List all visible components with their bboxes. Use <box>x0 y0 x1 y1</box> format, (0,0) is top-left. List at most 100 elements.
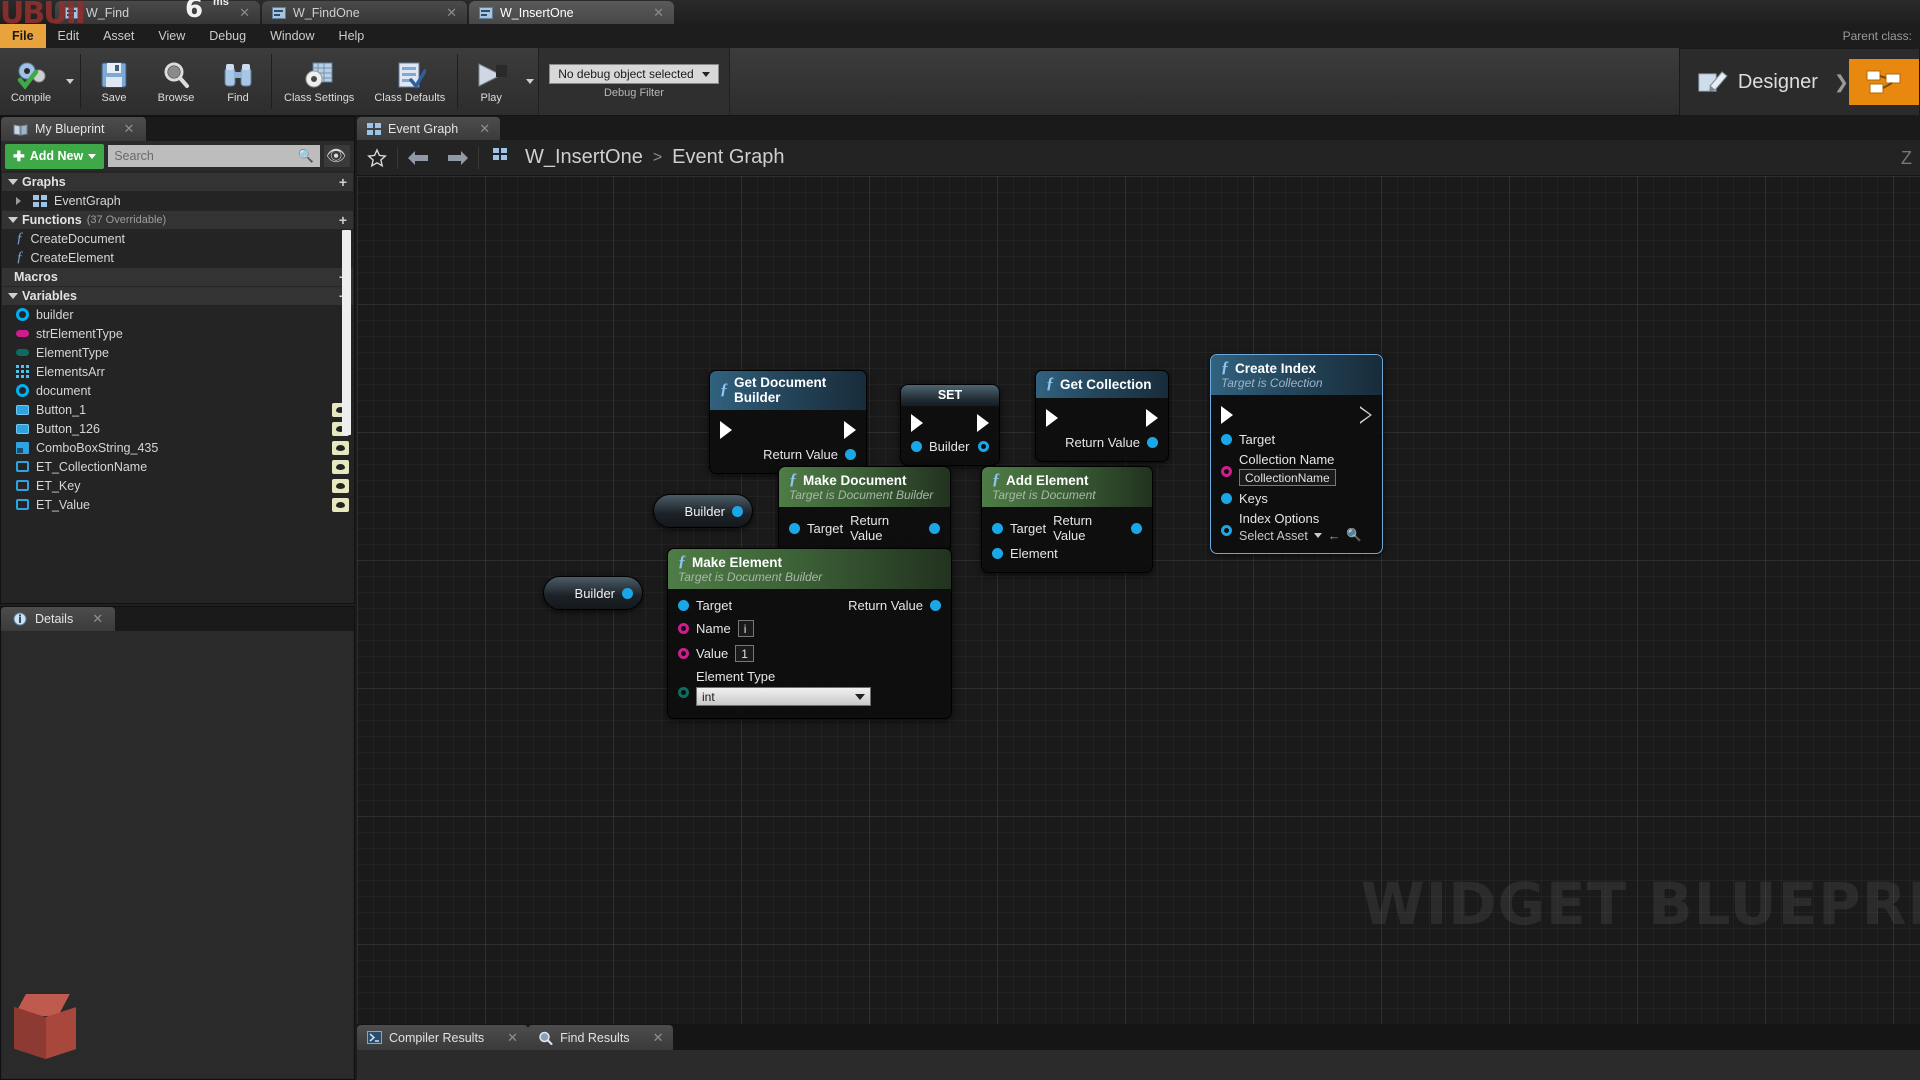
collection-name-input[interactable]: CollectionName <box>1239 469 1336 486</box>
exec-out-pin[interactable] <box>1360 406 1372 424</box>
window-tab-w-insertone[interactable]: W_InsertOne ✕ <box>469 1 674 24</box>
variable-item-button-1[interactable]: Button_1 <box>2 400 353 419</box>
close-icon[interactable]: ✕ <box>446 5 457 21</box>
menu-edit[interactable]: Edit <box>46 24 92 48</box>
variable-item-et-key[interactable]: ET_Key <box>2 476 353 495</box>
breadcrumb-blueprint[interactable]: W_InsertOne <box>525 146 643 169</box>
variable-item-button-126[interactable]: Button_126 <box>2 419 353 438</box>
input-pin[interactable] <box>1221 525 1232 536</box>
breadcrumb-graph[interactable]: Event Graph <box>672 146 784 169</box>
close-icon[interactable]: ✕ <box>479 121 490 137</box>
name-input[interactable]: i <box>737 620 754 637</box>
favorite-star-button[interactable] <box>357 140 397 176</box>
output-pin[interactable] <box>1147 437 1158 448</box>
exec-in-pin[interactable] <box>1221 406 1233 424</box>
exec-in-pin[interactable] <box>911 414 923 432</box>
window-tab-w-findone[interactable]: W_FindOne ✕ <box>262 1 467 24</box>
menu-view[interactable]: View <box>146 24 197 48</box>
close-icon[interactable]: ✕ <box>92 611 103 627</box>
tree-item-createelement[interactable]: ƒ CreateElement <box>2 248 353 267</box>
output-pin[interactable] <box>978 441 989 452</box>
close-icon[interactable]: ✕ <box>123 121 134 137</box>
close-icon[interactable]: ✕ <box>507 1030 518 1046</box>
variable-item-document[interactable]: document <box>2 381 353 400</box>
mode-graph[interactable] <box>1849 59 1919 105</box>
debug-object-select[interactable]: No debug object selected <box>549 64 719 84</box>
find-button[interactable]: Find <box>207 48 269 115</box>
input-pin[interactable] <box>911 441 922 452</box>
variable-item-comboboxstring-435[interactable]: ComboBoxString_435 <box>2 438 353 457</box>
output-pin[interactable] <box>732 505 743 517</box>
tree-item-eventgraph[interactable]: EventGraph <box>2 191 353 210</box>
input-pin[interactable] <box>678 623 689 634</box>
bottom-tab-find-results[interactable]: Find Results ✕ <box>528 1025 674 1050</box>
menu-window[interactable]: Window <box>258 24 326 48</box>
input-pin[interactable] <box>992 548 1003 559</box>
variable-node-builder-2[interactable]: Builder <box>543 576 643 610</box>
variable-item-elementsarr[interactable]: ElementsArr <box>2 362 353 381</box>
my-blueprint-tab[interactable]: My Blueprint ✕ <box>1 117 147 141</box>
node-make-document[interactable]: ƒ Make Document Target is Document Build… <box>778 466 951 552</box>
input-pin[interactable] <box>1221 434 1232 445</box>
browse-button[interactable]: Browse <box>145 48 207 115</box>
visibility-filter-button[interactable]: 👁 <box>324 145 350 167</box>
variable-item-et-collectionname[interactable]: ET_CollectionName <box>2 457 353 476</box>
compile-button[interactable]: Compile <box>0 48 62 115</box>
save-button[interactable]: Save <box>83 48 145 115</box>
section-macros[interactable]: Macros + <box>2 267 353 286</box>
input-pin[interactable] <box>678 687 689 698</box>
search-input[interactable]: Search 🔍 <box>108 145 320 167</box>
menu-asset[interactable]: Asset <box>91 24 146 48</box>
bottom-tab-compiler-results[interactable]: Compiler Results ✕ <box>357 1025 529 1050</box>
menu-help[interactable]: Help <box>327 24 377 48</box>
section-variables[interactable]: Variables + <box>2 286 353 305</box>
variable-item-strelementtype[interactable]: strElementType <box>2 324 353 343</box>
output-pin[interactable] <box>929 522 940 534</box>
input-pin[interactable] <box>789 522 800 534</box>
use-selected-asset-icon[interactable]: ← <box>1328 529 1341 543</box>
menu-file[interactable]: File <box>0 24 46 48</box>
class-settings-button[interactable]: Class Settings <box>274 48 364 115</box>
visibility-eye-icon[interactable] <box>332 440 349 455</box>
details-tab[interactable]: Details ✕ <box>1 607 116 631</box>
visibility-eye-icon[interactable] <box>332 497 349 512</box>
exec-out-pin[interactable] <box>977 414 989 432</box>
variable-item-builder[interactable]: builder <box>2 305 353 324</box>
value-input[interactable]: 1 <box>735 645 754 662</box>
window-tab-w-find[interactable]: W_Find ✕ <box>55 1 260 24</box>
output-pin[interactable] <box>1131 522 1142 534</box>
expand-triangle-icon[interactable] <box>16 196 21 205</box>
graph-tab-eventgraph[interactable]: Event Graph ✕ <box>357 117 501 140</box>
play-dropdown-caret[interactable] <box>526 79 535 84</box>
forward-button[interactable] <box>438 140 478 176</box>
input-pin[interactable] <box>1221 493 1232 504</box>
browse-asset-icon[interactable]: 🔍 <box>1346 528 1362 543</box>
visibility-eye-icon[interactable] <box>332 459 349 474</box>
tree-item-createdocument[interactable]: ƒ CreateDocument <box>2 229 353 248</box>
input-pin[interactable] <box>678 600 689 611</box>
add-function-button[interactable]: + <box>339 212 347 228</box>
class-defaults-button[interactable]: Class Defaults <box>364 48 455 115</box>
node-get-document-builder[interactable]: ƒ Get Document Builder Return Value <box>709 370 867 474</box>
exec-in-pin[interactable] <box>720 421 732 439</box>
section-functions[interactable]: Functions (37 Overridable) + <box>2 210 353 229</box>
back-button[interactable] <box>398 140 438 176</box>
node-add-element[interactable]: ƒ Add Element Target is Document Target … <box>981 466 1153 573</box>
mode-designer[interactable]: Designer <box>1680 59 1834 105</box>
variable-node-builder-1[interactable]: Builder <box>653 494 753 528</box>
node-make-element[interactable]: ƒ Make Element Target is Document Builde… <box>667 548 952 719</box>
output-pin[interactable] <box>845 449 856 460</box>
node-create-index[interactable]: ƒ Create Index Target is Collection Targ… <box>1210 354 1383 554</box>
input-pin[interactable] <box>678 648 689 659</box>
graph-canvas[interactable]: WIDGET BLUEPRI ƒ Get Document Builder Re… <box>357 176 1920 1024</box>
variable-item-elementtype[interactable]: ElementType <box>2 343 353 362</box>
exec-in-pin[interactable] <box>1046 409 1058 427</box>
close-icon[interactable]: ✕ <box>653 5 664 21</box>
close-icon[interactable]: ✕ <box>239 5 250 21</box>
menu-debug[interactable]: Debug <box>197 24 258 48</box>
output-pin[interactable] <box>622 587 633 599</box>
add-new-button[interactable]: ✚ Add New <box>5 143 105 169</box>
visibility-eye-icon[interactable] <box>332 478 349 493</box>
node-set-builder[interactable]: SET Builder <box>900 384 1000 466</box>
play-button[interactable]: Play <box>460 48 522 115</box>
